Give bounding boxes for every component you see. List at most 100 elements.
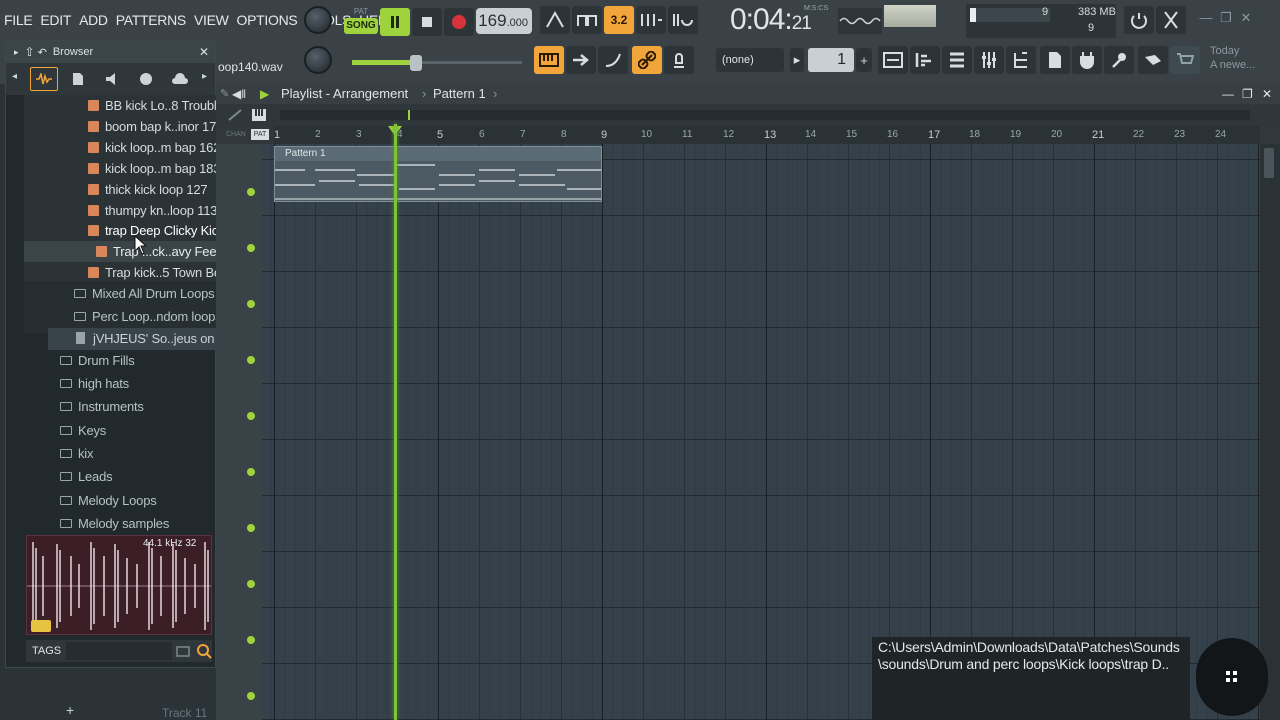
browser-folder[interactable]: Leads: [60, 467, 113, 487]
arrangement-grid[interactable]: [262, 144, 1260, 720]
pause-button[interactable]: [380, 8, 410, 36]
news-panel[interactable]: Today A newe...: [1204, 44, 1280, 78]
browser-folder[interactable]: Mixed All Drum Loops: [74, 284, 215, 304]
snap-next-button[interactable]: [566, 46, 596, 74]
track-mute-dot[interactable]: [247, 300, 255, 308]
browser-right-arrow-icon[interactable]: ▸: [202, 71, 207, 82]
browser-item-selected[interactable]: trap Deep Clicky Kick loop140: [88, 221, 216, 241]
cpu-reset-button[interactable]: [1124, 6, 1154, 34]
tags-input[interactable]: [66, 642, 172, 660]
browser-toggle-button[interactable]: [1006, 46, 1036, 74]
typing-keyboard-button[interactable]: [534, 46, 564, 74]
pl-minimize-icon[interactable]: —: [1222, 84, 1234, 104]
track-mute-dot[interactable]: [247, 580, 255, 588]
piano-roll-button[interactable]: [910, 46, 940, 74]
filter-files-button[interactable]: [64, 67, 92, 91]
browser-close-icon[interactable]: ✕: [199, 45, 209, 59]
pl-hscroll[interactable]: [280, 110, 1250, 120]
recording-settings-button[interactable]: [1104, 46, 1134, 74]
pl-arrow-icon[interactable]: ▶: [260, 84, 269, 104]
track-mute-dot[interactable]: [247, 356, 255, 364]
track-mute-dot[interactable]: [247, 244, 255, 252]
filter-speaker-button[interactable]: [98, 67, 126, 91]
step-edit-button[interactable]: 3.2: [604, 6, 634, 34]
browser-folder[interactable]: kix: [60, 444, 94, 464]
browser-titlebar[interactable]: ▸ ⇧ ↶ Browser ✕: [6, 41, 215, 63]
browser-item[interactable]: kick loop..m bap 183: [88, 159, 216, 179]
shop-button[interactable]: [1170, 46, 1200, 74]
filter-cloud-button[interactable]: [166, 67, 194, 91]
browser-back-icon[interactable]: ↶: [38, 46, 47, 59]
pattern-selector[interactable]: (none): [716, 48, 784, 72]
browser-item[interactable]: kick loop..m bap 162: [88, 138, 216, 158]
project-info-button[interactable]: [1040, 46, 1070, 74]
search-icon[interactable]: [196, 643, 212, 659]
browser-left-arrow-icon[interactable]: ◂: [12, 71, 17, 82]
filter-web-button[interactable]: [132, 67, 160, 91]
browser-folder[interactable]: Perc Loop..ndom loops: [74, 307, 216, 327]
browser-folder[interactable]: high hats: [60, 374, 129, 394]
master-volume-knob[interactable]: [304, 6, 332, 34]
playlist-vscroll-thumb[interactable]: [1264, 148, 1274, 178]
timeline-ruler[interactable]: 1 2 3 4 5 6 7 8 9 10 11 12 13 14 15 16 1…: [274, 126, 1260, 144]
browser-folder[interactable]: Instruments: [60, 397, 144, 417]
link-button[interactable]: [632, 46, 662, 74]
playlist-button[interactable]: [878, 46, 908, 74]
menu-view[interactable]: VIEW: [190, 8, 233, 32]
add-pattern-button[interactable]: +: [856, 48, 872, 72]
menu-options[interactable]: OPTIONS: [233, 8, 302, 32]
browser-up-icon[interactable]: ⇧: [25, 45, 35, 59]
browser-folder[interactable]: Drum Fills: [60, 351, 135, 371]
track-mute-dot[interactable]: [247, 692, 255, 700]
track-mute-dot[interactable]: [247, 636, 255, 644]
filter-audio-button[interactable]: [30, 67, 58, 91]
pl-close-icon[interactable]: ✕: [1262, 84, 1272, 104]
floating-menu-button[interactable]: [1196, 638, 1268, 716]
close-app-icon[interactable]: ✕: [1238, 10, 1254, 26]
pl-piano-icon[interactable]: [252, 109, 266, 121]
browser-item[interactable]: BB kick Lo..8 Trouble: [88, 96, 216, 116]
pl-tool-icon[interactable]: [228, 109, 242, 121]
pl-play-icon[interactable]: ◀‖: [232, 84, 246, 104]
pl-maximize-icon[interactable]: ❐: [1242, 84, 1253, 104]
stamp-button[interactable]: [664, 46, 694, 74]
pl-hscroll-thumb[interactable]: [408, 110, 410, 120]
slide-button[interactable]: [598, 46, 628, 74]
restore-icon[interactable]: ❐: [1218, 10, 1234, 26]
track-mute-dot[interactable]: [247, 468, 255, 476]
add-track-button[interactable]: +: [66, 702, 74, 718]
tempo-display[interactable]: 169.000: [476, 8, 532, 34]
playlist-pattern-name[interactable]: Pattern 1: [433, 84, 486, 104]
browser-document[interactable]: jVHJEUS' So..jeus on YT): [76, 329, 216, 349]
menu-file[interactable]: FILE: [0, 8, 36, 32]
record-button[interactable]: [444, 8, 474, 36]
master-pitch-knob[interactable]: [304, 46, 332, 74]
blend-notes-button[interactable]: [636, 6, 666, 34]
pattern-clip[interactable]: Pattern 1: [274, 146, 602, 202]
browser-item-hover[interactable]: Trap ...ck..avy Feels: [96, 242, 216, 262]
channel-rack-button[interactable]: [942, 46, 972, 74]
sample-preview-waveform[interactable]: 44.1 kHz 32: [26, 535, 212, 635]
menu-add[interactable]: ADD: [75, 8, 112, 32]
pattern-prev-button[interactable]: ▸: [790, 48, 804, 72]
panic-button[interactable]: [1156, 6, 1186, 34]
pat-song-toggle[interactable]: PAT SONG: [344, 6, 378, 36]
pattern-number-display[interactable]: 1: [808, 48, 854, 72]
export-button[interactable]: [1138, 46, 1168, 74]
browser-item[interactable]: thick kick loop 127: [88, 180, 208, 200]
loop-record-button[interactable]: [668, 6, 698, 34]
wait-input-button[interactable]: [572, 6, 602, 34]
browser-folder[interactable]: Melody Loops: [60, 491, 157, 511]
metronome-button[interactable]: [540, 6, 570, 34]
browser-folder[interactable]: Melody samples: [60, 514, 169, 531]
playlist-vscroll[interactable]: [1260, 144, 1280, 720]
pl-pin-icon[interactable]: ✎: [220, 84, 229, 104]
browser-item[interactable]: thumpy kn..loop 113: [88, 201, 216, 221]
menu-edit[interactable]: EDIT: [36, 8, 75, 32]
browser-collapse-icon[interactable]: ▸: [14, 47, 19, 58]
browser-folder[interactable]: Keys: [60, 421, 106, 441]
playlist-titlebar[interactable]: ✎ ◀‖ ▶ Playlist - Arrangement › Pattern …: [216, 84, 1280, 104]
stop-button[interactable]: [412, 8, 442, 36]
master-slider-thumb[interactable]: [410, 55, 422, 71]
track-mute-dot[interactable]: [247, 188, 255, 196]
